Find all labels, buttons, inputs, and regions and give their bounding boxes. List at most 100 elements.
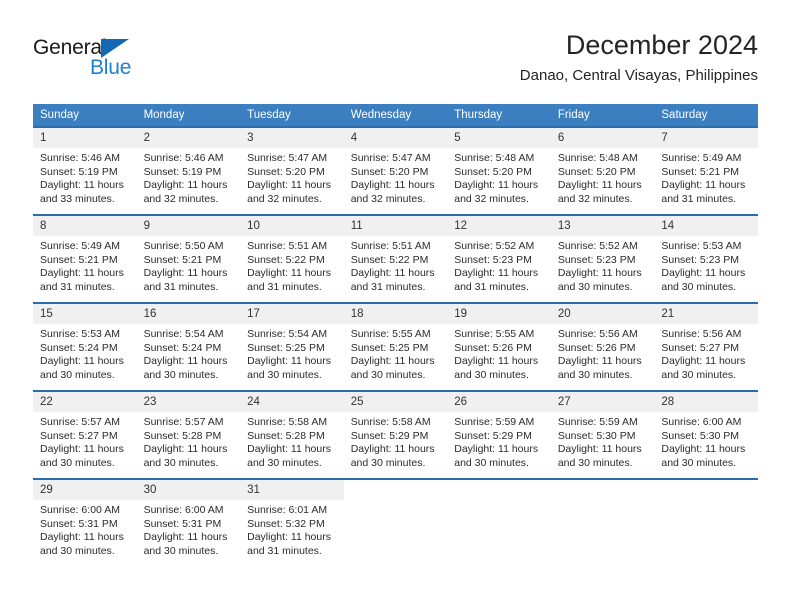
calendar-day-cell[interactable]: 24 Sunrise: 5:58 AM Sunset: 5:28 PM Dayligh… — [240, 390, 344, 478]
calendar-page: General Blue December 2024 Danao, Centra… — [0, 0, 792, 612]
calendar-day-cell[interactable]: 17 Sunrise: 5:54 AM Sunset: 5:25 PM Dayligh… — [240, 302, 344, 390]
day-number: 17 — [240, 304, 344, 324]
day-number: 8 — [33, 216, 137, 236]
calendar-day-cell[interactable]: 19 Sunrise: 5:55 AM Sunset: 5:26 PM Dayligh… — [447, 302, 551, 390]
calendar-day-cell[interactable]: 4 Sunrise: 5:47 AM Sunset: 5:20 PM Daylight… — [343, 126, 448, 214]
calendar-day-cell[interactable]: 18 Sunrise: 5:55 AM Sunset: 5:25 PM Dayligh… — [343, 302, 448, 390]
calendar-day-cell[interactable]: 14 Sunrise: 5:53 AM Sunset: 5:23 PM Dayligh… — [654, 214, 758, 302]
sunset-text: Sunset: 5:23 PM — [557, 253, 636, 266]
daylight-text: Daylight: 11 hours and 32 minutes. — [350, 179, 435, 205]
sunset-text: Sunset: 5:19 PM — [143, 165, 222, 178]
daylight-text: Daylight: 11 hours and 30 minutes. — [661, 443, 746, 469]
daylight-text: Daylight: 11 hours and 31 minutes. — [143, 267, 228, 293]
daylight-text: Daylight: 11 hours and 30 minutes. — [247, 355, 331, 381]
calendar-day-cell[interactable]: 26 Sunrise: 5:59 AM Sunset: 5:29 PM Dayligh… — [447, 390, 551, 478]
day-number: 19 — [447, 304, 551, 324]
calendar-day-cell[interactable]: 29 Sunrise: 6:00 AM Sunset: 5:31 PM Dayligh… — [33, 478, 137, 566]
daylight-text: Daylight: 11 hours and 33 minutes. — [40, 179, 124, 205]
sunset-text: Sunset: 5:24 PM — [143, 341, 222, 354]
day-number: 5 — [447, 128, 551, 148]
calendar-day-cell[interactable]: 21 Sunrise: 5:56 AM Sunset: 5:27 PM Dayligh… — [654, 302, 758, 390]
day-number: 27 — [550, 392, 655, 412]
daylight-text: Daylight: 11 hours and 30 minutes. — [350, 355, 435, 381]
sunset-text: Sunset: 5:24 PM — [40, 341, 118, 354]
calendar-day-cell[interactable]: 28 Sunrise: 6:00 AM Sunset: 5:30 PM Dayligh… — [654, 390, 758, 478]
daylight-text: Daylight: 11 hours and 30 minutes. — [557, 355, 642, 381]
calendar-day-cell[interactable]: 6 Sunrise: 5:48 AM Sunset: 5:20 PM Daylight… — [550, 126, 655, 214]
weekday-header-sunday: Sunday — [33, 104, 137, 126]
page-header: General Blue December 2024 Danao, Centra… — [33, 28, 758, 92]
day-number: 22 — [33, 392, 137, 412]
calendar-day-cell[interactable]: 3 Sunrise: 5:47 AM Sunset: 5:20 PM Daylight… — [240, 126, 344, 214]
sunrise-text: Sunrise: 5:53 AM — [661, 240, 742, 252]
daylight-text: Daylight: 11 hours and 32 minutes. — [557, 179, 642, 205]
calendar-week-row: 1 Sunrise: 5:46 AM Sunset: 5:19 PM Daylight… — [33, 126, 758, 214]
calendar-day-cell[interactable]: 30 Sunrise: 6:00 AM Sunset: 5:31 PM Dayligh… — [136, 478, 241, 566]
day-number: 7 — [654, 128, 758, 148]
daylight-text: Daylight: 11 hours and 32 minutes. — [247, 179, 331, 205]
day-number: 9 — [136, 216, 241, 236]
calendar-day-cell[interactable]: 31 Sunrise: 6:01 AM Sunset: 5:32 PM Dayligh… — [240, 478, 344, 566]
sunset-text: Sunset: 5:31 PM — [143, 517, 222, 530]
calendar-day-cell[interactable]: 13 Sunrise: 5:52 AM Sunset: 5:23 PM Dayligh… — [550, 214, 655, 302]
sunrise-text: Sunrise: 5:58 AM — [247, 416, 328, 428]
sunrise-text: Sunrise: 5:49 AM — [661, 152, 742, 164]
sunrise-text: Sunrise: 5:53 AM — [40, 328, 120, 340]
sunset-text: Sunset: 5:30 PM — [557, 429, 636, 442]
day-sun-info: Sunrise: 5:52 AM Sunset: 5:23 PM Daylight:… — [551, 236, 655, 294]
sunset-text: Sunset: 5:27 PM — [40, 429, 118, 442]
sunset-text: Sunset: 5:20 PM — [454, 165, 532, 178]
calendar-week-row: 8 Sunrise: 5:49 AM Sunset: 5:21 PM Daylight… — [33, 214, 758, 302]
calendar-day-cell[interactable]: 1 Sunrise: 5:46 AM Sunset: 5:19 PM Daylight… — [33, 126, 137, 214]
calendar-day-cell[interactable]: 25 Sunrise: 5:58 AM Sunset: 5:29 PM Dayligh… — [343, 390, 448, 478]
weekday-header-saturday: Saturday — [654, 104, 758, 126]
calendar-day-cell[interactable]: 7 Sunrise: 5:49 AM Sunset: 5:21 PM Daylight… — [654, 126, 758, 214]
sunrise-text: Sunrise: 5:52 AM — [454, 240, 535, 252]
calendar-day-cell[interactable]: 12 Sunrise: 5:52 AM Sunset: 5:23 PM Dayligh… — [447, 214, 551, 302]
sunrise-text: Sunrise: 5:54 AM — [143, 328, 224, 340]
sunrise-text: Sunrise: 5:55 AM — [454, 328, 535, 340]
sunset-text: Sunset: 5:20 PM — [247, 165, 325, 178]
sunset-text: Sunset: 5:26 PM — [454, 341, 532, 354]
day-sun-info: Sunrise: 6:01 AM Sunset: 5:32 PM Daylight:… — [240, 500, 344, 558]
daylight-text: Daylight: 11 hours and 32 minutes. — [143, 179, 228, 205]
daylight-text: Daylight: 11 hours and 30 minutes. — [40, 531, 124, 557]
sunset-text: Sunset: 5:19 PM — [40, 165, 118, 178]
calendar-day-cell[interactable]: 20 Sunrise: 5:56 AM Sunset: 5:26 PM Dayligh… — [550, 302, 655, 390]
calendar-day-cell[interactable]: 27 Sunrise: 5:59 AM Sunset: 5:30 PM Dayligh… — [550, 390, 655, 478]
calendar-day-cell[interactable]: 10 Sunrise: 5:51 AM Sunset: 5:22 PM Dayligh… — [240, 214, 344, 302]
sunrise-text: Sunrise: 5:56 AM — [661, 328, 742, 340]
calendar-day-cell[interactable]: 16 Sunrise: 5:54 AM Sunset: 5:24 PM Dayligh… — [136, 302, 241, 390]
daylight-text: Daylight: 11 hours and 30 minutes. — [143, 355, 228, 381]
day-sun-info: Sunrise: 5:52 AM Sunset: 5:23 PM Daylight:… — [447, 236, 551, 294]
calendar-day-cell[interactable]: 8 Sunrise: 5:49 AM Sunset: 5:21 PM Daylight… — [33, 214, 137, 302]
weekday-header-thursday: Thursday — [447, 104, 551, 126]
sunset-text: Sunset: 5:25 PM — [247, 341, 325, 354]
sunrise-text: Sunrise: 5:46 AM — [143, 152, 224, 164]
daylight-text: Daylight: 11 hours and 32 minutes. — [454, 179, 539, 205]
sunset-text: Sunset: 5:29 PM — [454, 429, 532, 442]
general-blue-logo[interactable]: General Blue — [33, 36, 233, 86]
calendar-day-cell[interactable]: 23 Sunrise: 5:57 AM Sunset: 5:28 PM Dayligh… — [136, 390, 241, 478]
calendar-day-cell[interactable]: 22 Sunrise: 5:57 AM Sunset: 5:27 PM Dayligh… — [33, 390, 137, 478]
daylight-text: Daylight: 11 hours and 31 minutes. — [454, 267, 539, 293]
day-number: 18 — [343, 304, 448, 324]
sunrise-text: Sunrise: 5:51 AM — [350, 240, 431, 252]
calendar-day-cell[interactable]: 11 Sunrise: 5:51 AM Sunset: 5:22 PM Dayligh… — [343, 214, 448, 302]
calendar-day-cell[interactable]: 15 Sunrise: 5:53 AM Sunset: 5:24 PM Dayligh… — [33, 302, 137, 390]
sunrise-text: Sunrise: 5:48 AM — [454, 152, 535, 164]
sunset-text: Sunset: 5:20 PM — [557, 165, 636, 178]
daylight-text: Daylight: 11 hours and 31 minutes. — [247, 267, 331, 293]
day-sun-info: Sunrise: 5:55 AM Sunset: 5:26 PM Daylight:… — [447, 324, 551, 382]
daylight-text: Daylight: 11 hours and 30 minutes. — [350, 443, 435, 469]
day-number: 6 — [550, 128, 655, 148]
weekday-header-row: Sunday Monday Tuesday Wednesday Thursday… — [33, 104, 758, 126]
sunset-text: Sunset: 5:23 PM — [454, 253, 532, 266]
calendar-day-cell[interactable]: 9 Sunrise: 5:50 AM Sunset: 5:21 PM Daylight… — [136, 214, 241, 302]
day-number: 13 — [550, 216, 655, 236]
calendar-day-cell[interactable]: 5 Sunrise: 5:48 AM Sunset: 5:20 PM Daylight… — [447, 126, 551, 214]
day-sun-info: Sunrise: 5:59 AM Sunset: 5:30 PM Daylight:… — [551, 412, 655, 470]
daylight-text: Daylight: 11 hours and 31 minutes. — [661, 179, 746, 205]
location-subtitle: Danao, Central Visayas, Philippines — [519, 67, 758, 84]
calendar-day-cell[interactable]: 2 Sunrise: 5:46 AM Sunset: 5:19 PM Daylight… — [136, 126, 241, 214]
